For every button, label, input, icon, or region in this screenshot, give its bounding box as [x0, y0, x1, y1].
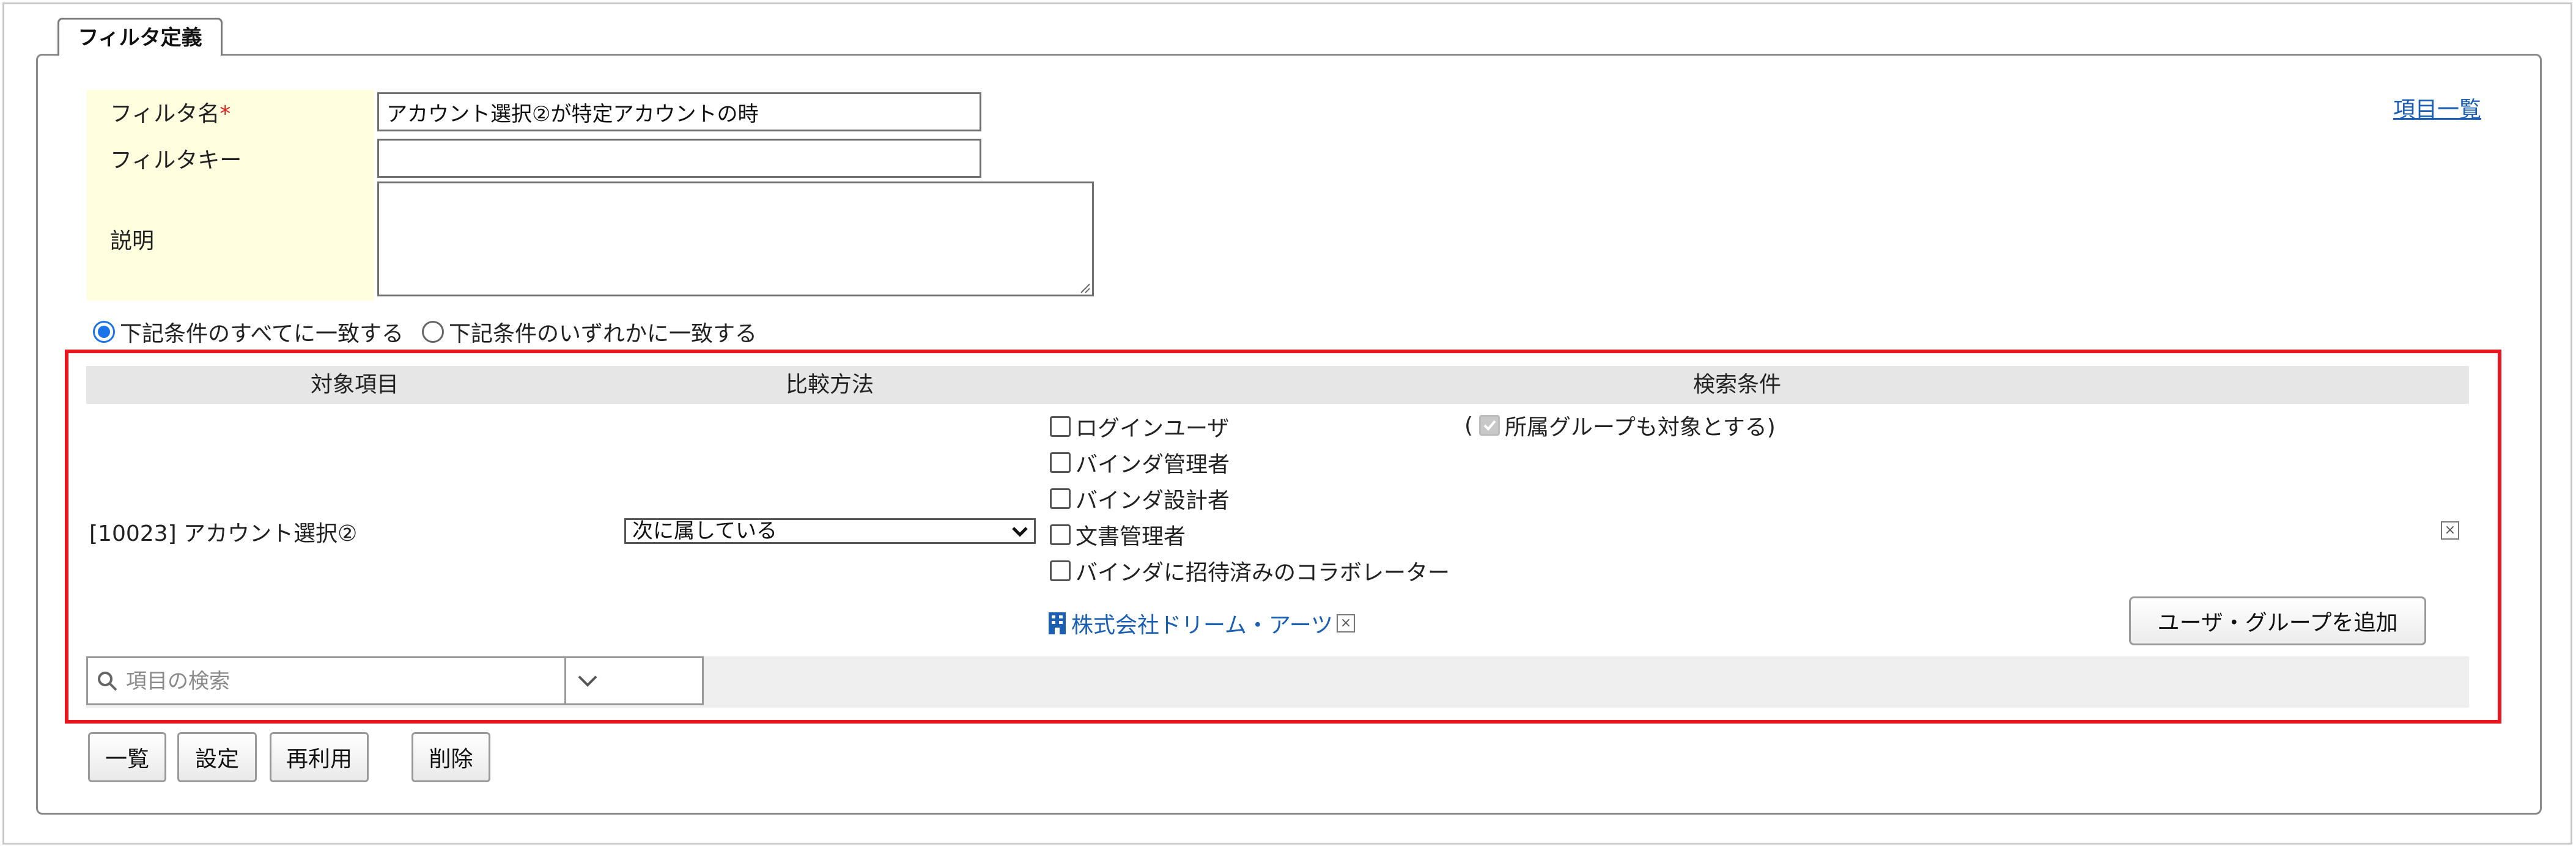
user-type-option[interactable]: バインダ管理者 [1050, 447, 1230, 479]
checkbox-binder-designer[interactable] [1050, 488, 1071, 509]
checkbox-invited-collaborator[interactable] [1050, 560, 1071, 581]
filter-name-input[interactable] [377, 92, 981, 131]
company-link[interactable]: 株式会社ドリーム・アーツ [1071, 607, 1333, 639]
checkbox-check-icon [1483, 420, 1496, 431]
filter-key-label: フィルタキー [110, 148, 242, 173]
field-search-dropdown-button[interactable] [566, 656, 704, 705]
resize-grip-icon[interactable] [1077, 280, 1091, 294]
reuse-button[interactable]: 再利用 [270, 732, 369, 782]
user-type-option[interactable]: 文書管理者 [1050, 519, 1186, 551]
description-label: 説明 [110, 229, 155, 254]
description-textarea[interactable] [377, 182, 1094, 296]
user-type-option[interactable]: ログインユーザ [1050, 411, 1229, 442]
header-compare-method: 比較方法 [785, 372, 874, 397]
group-open-paren: ( [1464, 413, 1474, 438]
building-icon [1049, 612, 1066, 634]
header-target-item: 対象項目 [310, 372, 399, 397]
tab-filter-definition[interactable]: フィルタ定義 [57, 18, 223, 56]
compare-method-select[interactable]: 次に属している [624, 518, 1036, 544]
include-group-checkbox [1479, 415, 1500, 436]
checkbox-login-user[interactable] [1050, 416, 1071, 437]
user-type-option[interactable]: バインダに招待済みのコラボレーター [1050, 555, 1450, 587]
filter-form: フィルタ名* フィルタキー 説明 [87, 90, 1224, 301]
match-all-label: 下記条件のすべてに一致する [120, 321, 404, 346]
match-any-label: 下記条件のいずれかに一致する [449, 321, 758, 346]
user-type-label: 文書管理者 [1076, 524, 1186, 549]
compare-method-value: 次に属している [632, 519, 777, 543]
filter-name-label-text: フィルタ名 [110, 101, 220, 127]
checkbox-binder-admin[interactable] [1050, 452, 1071, 473]
field-search-input[interactable] [125, 662, 506, 701]
add-user-group-button[interactable]: ユーザ・グループを追加 [2129, 596, 2426, 645]
header-search-condition: 検索条件 [1692, 372, 1782, 397]
selected-group-item: 株式会社ドリーム・アーツ × [1047, 607, 1356, 639]
user-type-label: バインダ設計者 [1076, 488, 1230, 513]
field-search-strip [86, 656, 2469, 708]
field-search-box[interactable] [86, 656, 566, 705]
filter-key-input[interactable] [377, 139, 981, 178]
search-icon [98, 672, 117, 691]
dropdown-arrow-icon [1012, 527, 1028, 537]
user-type-label: バインダに招待済みのコラボレーター [1076, 560, 1450, 585]
remove-group-close-icon[interactable]: × [1337, 614, 1356, 632]
match-mode-group: 下記条件のすべてに一致する 下記条件のいずれかに一致する [93, 317, 775, 347]
user-type-label: ログインユーザ [1076, 416, 1230, 441]
list-button[interactable]: 一覧 [88, 732, 166, 782]
condition-target-item: [10023] アカウント選択② [89, 521, 358, 546]
item-list-link[interactable]: 項目一覧 [2393, 92, 2481, 123]
match-any-radio[interactable] [422, 321, 445, 343]
include-group-label: 所属グループも対象とする) [1505, 415, 1776, 440]
delete-button[interactable]: 削除 [411, 732, 490, 782]
checkbox-document-admin[interactable] [1050, 524, 1071, 545]
required-mark: * [220, 101, 231, 127]
filter-name-label: フィルタ名* [110, 96, 231, 128]
remove-condition-close-icon[interactable]: × [2441, 521, 2459, 540]
settings-button[interactable]: 設定 [177, 732, 257, 782]
user-type-option[interactable]: バインダ設計者 [1050, 483, 1230, 515]
user-type-label: バインダ管理者 [1076, 452, 1230, 477]
match-all-radio[interactable] [93, 321, 115, 343]
chevron-down-icon [578, 675, 597, 687]
include-group-option: ( 所属グループも対象とする) [1464, 409, 1776, 441]
conditions-header: 対象項目 比較方法 検索条件 [86, 366, 2469, 404]
